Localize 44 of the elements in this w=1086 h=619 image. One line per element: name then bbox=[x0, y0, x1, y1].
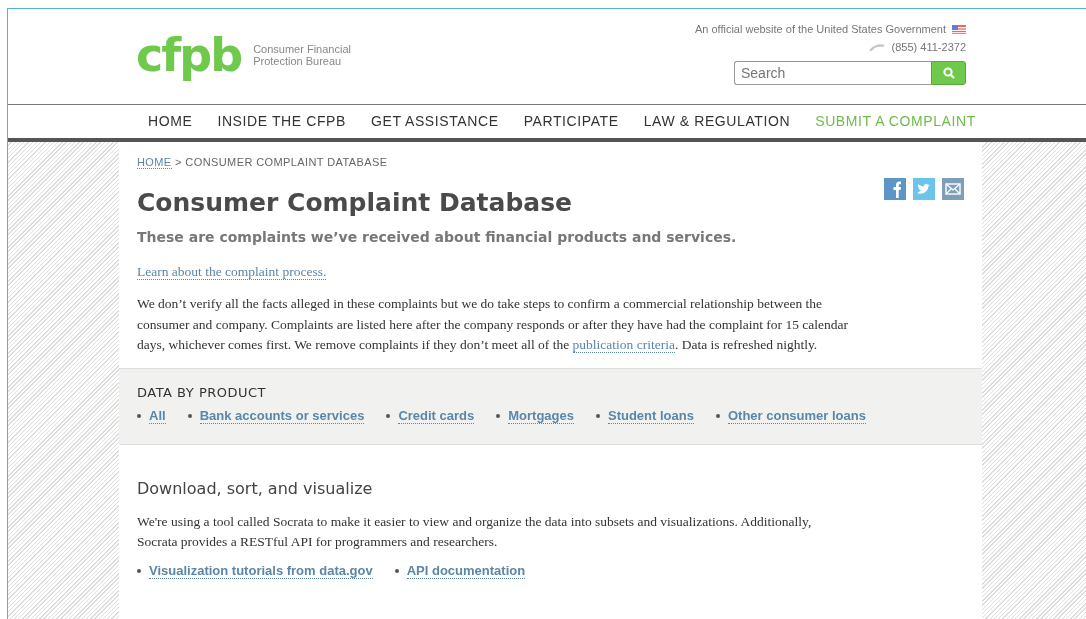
resource-link[interactable]: Visualization tutorials from data.gov bbox=[149, 562, 373, 579]
facebook-icon[interactable] bbox=[884, 178, 906, 200]
search-field[interactable]: Search bbox=[734, 61, 931, 85]
page-subtitle: These are complaints we’ve received about financial products and services. bbox=[137, 229, 738, 245]
bullet-icon bbox=[496, 413, 501, 418]
complaint-process-link[interactable]: Learn about the complaint process. bbox=[137, 264, 327, 280]
resource-link[interactable]: API documentation bbox=[406, 562, 526, 579]
flag-icon bbox=[952, 24, 966, 34]
agency-name: Protection Bureau bbox=[253, 55, 343, 67]
bullet-icon bbox=[596, 413, 600, 418]
bullet-icon bbox=[187, 413, 192, 418]
product-link[interactable]: Bank accounts or services bbox=[199, 407, 365, 424]
product-link[interactable]: Student loans bbox=[608, 407, 694, 424]
nav-link[interactable]: GET ASSISTANCE bbox=[370, 113, 499, 138]
nav-link[interactable]: PARTICIPATE bbox=[523, 113, 619, 138]
search-icon bbox=[942, 67, 955, 79]
section-heading: DATA BY PRODUCT bbox=[137, 384, 268, 400]
product-link[interactable]: All bbox=[149, 407, 166, 424]
phone-icon bbox=[867, 42, 886, 52]
breadcrumb-link[interactable]: HOME bbox=[137, 156, 172, 169]
download-paragraph: We're using a tool called Socrata to make it easier to view and organize the data into subsets and visualizations. Additionally, Socrata provides a RESTful API for programmers and researchers. bbox=[137, 512, 813, 551]
section-heading: Download, sort, and visualize bbox=[137, 478, 374, 498]
publication-criteria-link[interactable]: publication criteria bbox=[572, 337, 675, 353]
bullet-icon bbox=[137, 568, 141, 573]
breadcrumb-current: > CONSUMER COMPLAINT DATABASE bbox=[175, 156, 388, 168]
nav-link[interactable]: SUBMIT A COMPLAINT bbox=[815, 113, 976, 138]
bullet-icon bbox=[715, 413, 720, 418]
agency-name: Consumer Financial bbox=[253, 43, 351, 55]
product-link[interactable]: Credit cards bbox=[398, 407, 475, 424]
product-link[interactable]: Other consumer loans bbox=[727, 407, 866, 424]
bullet-icon bbox=[137, 413, 141, 418]
phone-number: (855) 411-2372 bbox=[891, 41, 966, 53]
nav-link[interactable]: LAW & REGULATION bbox=[643, 113, 791, 138]
bullet-icon bbox=[394, 568, 399, 573]
search-button[interactable] bbox=[931, 61, 966, 85]
product-link[interactable]: Mortgages bbox=[508, 407, 574, 424]
page-title: Consumer Complaint Database bbox=[137, 188, 572, 217]
official-notice: An official website of the United States Government bbox=[694, 23, 946, 35]
intro-paragraph: We don’t verify all the facts alleged in these complaints but we do take steps to confirm a commercial relationship between the consumer and company. Complaints are listed here after the company responds or after they have had the complaint for 15 calendar days, whichever comes first. We remove complaints if they don’t meet all of the publication criteria. Data is refreshed nightly. bbox=[137, 295, 849, 355]
nav-link[interactable]: INSIDE THE CFPB bbox=[217, 113, 346, 138]
nav-link[interactable]: HOME bbox=[148, 113, 193, 138]
bullet-icon bbox=[386, 413, 391, 418]
email-icon[interactable] bbox=[942, 178, 964, 200]
twitter-icon[interactable] bbox=[913, 178, 935, 200]
